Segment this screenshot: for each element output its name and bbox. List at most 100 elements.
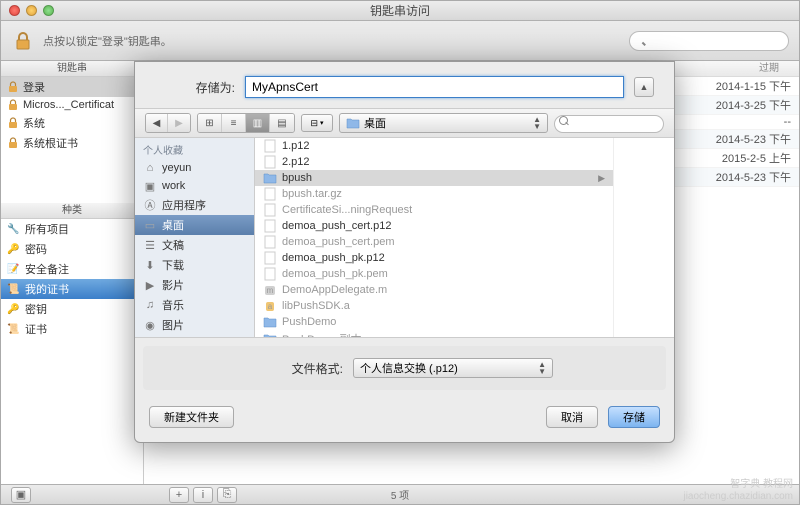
- sidebar-item[interactable]: Ⓐ应用程序: [135, 195, 254, 215]
- category-label: 密码: [25, 241, 47, 257]
- sidebar-item[interactable]: ⌂yeyun: [135, 159, 254, 177]
- file-label: demoa_push_pk.pem: [282, 268, 388, 280]
- category-item[interactable]: 🔧所有项目: [1, 219, 143, 239]
- sidebar-item[interactable]: ⬇ 下载: [135, 255, 254, 275]
- categories-header: 种类: [1, 203, 143, 219]
- keychain-item[interactable]: Micros..._Certificat: [1, 97, 143, 113]
- folder-icon: ▣: [143, 179, 157, 193]
- file-icon: [263, 235, 277, 249]
- location-select[interactable]: 桌面 ▲▼: [339, 113, 548, 133]
- sidebar-item-label: 下载: [162, 257, 184, 273]
- file-format-label: 文件格式:: [163, 360, 343, 377]
- file-item[interactable]: alibPushSDK.a: [255, 298, 613, 314]
- category-icon: 📜: [7, 324, 21, 335]
- category-item[interactable]: 🔑密钥: [1, 299, 143, 319]
- item-count: 5 项: [1, 487, 799, 502]
- category-label: 所有项目: [25, 221, 69, 237]
- search-input[interactable]: [629, 31, 789, 51]
- file-label: libPushSDK.a: [282, 300, 350, 312]
- file-format-value: 个人信息交换 (.p12): [360, 360, 458, 376]
- file-icon: [263, 332, 277, 337]
- category-icon: 📜: [7, 284, 21, 295]
- category-label: 密钥: [25, 301, 47, 317]
- sidebar-item[interactable]: ▣ work: [135, 177, 254, 195]
- statusbar: ▣ + i ⎘ 5 项: [1, 484, 799, 504]
- file-item[interactable]: CertificateSi...ningRequest: [255, 202, 613, 218]
- file-item[interactable]: mDemoAppDelegate.m: [255, 282, 613, 298]
- sidebar-item-label: 文稿: [162, 237, 184, 253]
- sheet-search-input[interactable]: [554, 115, 664, 133]
- apps-icon: Ⓐ: [143, 198, 157, 212]
- file-icon: [263, 315, 277, 329]
- file-item[interactable]: demoa_push_pk.pem: [255, 266, 613, 282]
- forward-button[interactable]: ▶: [168, 114, 190, 132]
- file-list: 1.p12 2.p12bpush▶ bpush.tar.gz CertificateS…: [255, 138, 614, 337]
- sidebar-item-label: work: [162, 180, 185, 192]
- category-item[interactable]: 📝安全备注: [1, 259, 143, 279]
- file-item[interactable]: bpush▶: [255, 170, 613, 186]
- file-item[interactable]: demoa_push_cert.pem: [255, 234, 613, 250]
- keychain-item[interactable]: 登录: [1, 77, 143, 97]
- home-icon: ⌂: [143, 161, 157, 175]
- category-item[interactable]: 📜 证书: [1, 319, 143, 339]
- file-item[interactable]: PushDemo 副本: [255, 330, 613, 337]
- lock-icon: [7, 81, 19, 93]
- keychain-item[interactable]: 系统根证书: [1, 133, 143, 153]
- file-item[interactable]: 1.p12: [255, 138, 613, 154]
- save-button[interactable]: 存储: [608, 406, 660, 428]
- file-icon: [263, 155, 277, 169]
- chevron-updown-icon: ▲▼: [533, 116, 541, 130]
- nav-buttons[interactable]: ◀ ▶: [145, 113, 191, 133]
- location-label: 桌面: [364, 115, 386, 131]
- file-label: CertificateSi...ningRequest: [282, 204, 412, 216]
- sidebar-item[interactable]: ♫ 音乐: [135, 295, 254, 315]
- file-item[interactable]: PushDemo: [255, 314, 613, 330]
- file-icon: [263, 187, 277, 201]
- music-icon: ♫: [143, 298, 157, 312]
- cancel-button[interactable]: 取消: [546, 406, 598, 428]
- list-view-button[interactable]: ≡: [222, 114, 246, 132]
- coverflow-view-button[interactable]: ▤: [270, 114, 294, 132]
- keychain-label: 系统根证书: [23, 135, 78, 151]
- category-label: 证书: [25, 321, 47, 337]
- collapse-button[interactable]: ▲: [634, 77, 654, 97]
- download-icon: ⬇: [143, 258, 157, 272]
- file-icon: [263, 171, 277, 185]
- category-item[interactable]: 📜我的证书: [1, 279, 143, 299]
- file-icon: m: [263, 283, 277, 297]
- save-sheet: 存储为: ▲ ◀ ▶ ⊞ ≡ ▥ ▤ ⊟▾ 桌面 ▲▼: [134, 61, 675, 443]
- lock-icon[interactable]: [11, 29, 35, 53]
- file-label: 1.p12: [282, 140, 310, 152]
- sidebar-item[interactable]: ▶影片: [135, 275, 254, 295]
- category-icon: 🔑: [7, 244, 21, 255]
- file-icon: [263, 139, 277, 153]
- category-item[interactable]: 🔑 密码: [1, 239, 143, 259]
- favorites-list: ⌂yeyun ▣ work Ⓐ应用程序▭桌面☰文稿 ⬇ 下载 ▶影片 ♫ 音乐 ◉图片: [135, 159, 254, 335]
- lock-hint: 点按以锁定"登录"钥匙串。: [43, 33, 621, 49]
- sidebar-item[interactable]: ▭桌面: [135, 215, 254, 235]
- file-label: bpush.tar.gz: [282, 188, 342, 200]
- file-format-select[interactable]: 个人信息交换 (.p12) ▲▼: [353, 358, 553, 378]
- file-item[interactable]: 2.p12: [255, 154, 613, 170]
- sidebar-item[interactable]: ◉图片: [135, 315, 254, 335]
- titlebar: 钥匙串访问: [1, 1, 799, 21]
- file-item[interactable]: demoa_push_pk.p12: [255, 250, 613, 266]
- file-label: PushDemo: [282, 316, 336, 328]
- file-item[interactable]: bpush.tar.gz: [255, 186, 613, 202]
- file-label: demoa_push_cert.pem: [282, 236, 395, 248]
- sidebar-item-label: 图片: [162, 317, 184, 333]
- save-as-input[interactable]: [245, 76, 624, 98]
- back-button[interactable]: ◀: [146, 114, 168, 132]
- arrange-button[interactable]: ⊟▾: [301, 114, 333, 132]
- column-view-button[interactable]: ▥: [246, 114, 270, 132]
- file-icon: [263, 251, 277, 265]
- keychain-label: Micros..._Certificat: [23, 99, 114, 111]
- keychain-item[interactable]: 系统: [1, 113, 143, 133]
- sidebar-item[interactable]: ☰文稿: [135, 235, 254, 255]
- favorites-header: 个人收藏: [135, 138, 254, 159]
- view-mode-buttons[interactable]: ⊞ ≡ ▥ ▤: [197, 113, 295, 133]
- icon-view-button[interactable]: ⊞: [198, 114, 222, 132]
- file-item[interactable]: demoa_push_cert.p12: [255, 218, 613, 234]
- new-folder-button[interactable]: 新建文件夹: [149, 406, 234, 428]
- sidebar-item-label: 音乐: [162, 297, 184, 313]
